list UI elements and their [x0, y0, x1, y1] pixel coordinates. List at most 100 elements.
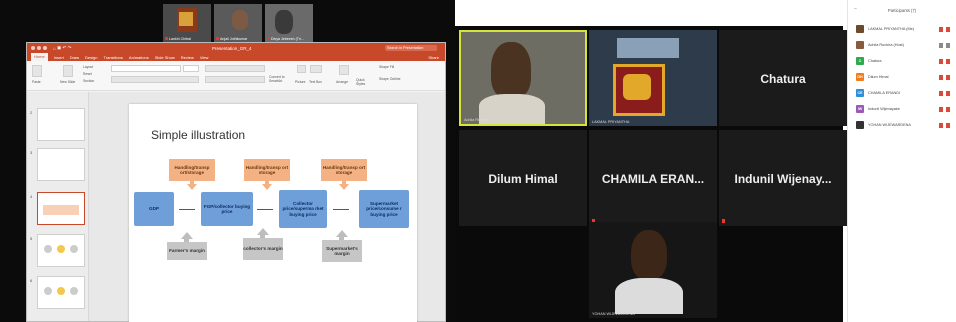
tab-review[interactable]: Review [181, 55, 194, 60]
muted-mic-icon[interactable] [939, 58, 943, 64]
home-icon[interactable]: ⌂ [53, 46, 56, 51]
shape-fill-button[interactable]: Shape Fill [379, 65, 394, 69]
tab-animations[interactable]: Animations [129, 55, 149, 60]
tab-design[interactable]: Design [85, 55, 97, 60]
participant-row[interactable]: CE CHAMILA ERANDI [856, 88, 950, 98]
video-tile-active-speaker[interactable]: Achila Ruchira [459, 30, 587, 126]
save-icon[interactable]: ▣ [57, 45, 61, 51]
tab-transitions[interactable]: Transitions [103, 55, 122, 60]
video-tile[interactable]: Chatura [719, 30, 847, 126]
video-tile[interactable]: YOHAN WIJEWARDENA [589, 222, 717, 318]
participant-row[interactable]: C Chatura [856, 56, 950, 66]
redo-icon[interactable]: ↷ [68, 45, 72, 51]
video-tile[interactable]: Indunil Wijenay... [719, 130, 847, 226]
video-tile[interactable]: Dilum Himal [459, 130, 587, 226]
textbox-button[interactable]: Text Box [309, 80, 322, 84]
convert-smartart-button[interactable]: Convert to SmartArt [269, 75, 293, 83]
down-arrow-icon [187, 184, 197, 190]
tile-caption: LAKMAL PRIYANTHA [592, 120, 630, 124]
tab-insert[interactable]: Insert [54, 55, 64, 60]
slide-number: 5 [30, 236, 33, 241]
avatar [856, 41, 864, 49]
connector-line [179, 209, 195, 210]
tab-home[interactable]: Home [31, 53, 48, 61]
undo-icon[interactable]: ↶ [63, 45, 67, 51]
slide-thumbnail[interactable] [37, 108, 85, 141]
participant-name: LAKMAL PRIYANTHA (Me) [868, 27, 914, 31]
new-slide-icon[interactable] [63, 65, 73, 77]
arrange-icon[interactable] [339, 65, 349, 75]
muted-mic-icon[interactable] [939, 74, 943, 80]
font-format-toolbar[interactable] [111, 76, 199, 83]
participant-row[interactable]: Achila Ruchira (Host) [856, 40, 950, 50]
slide-title: Simple illustration [151, 128, 246, 142]
slide-thumbnail[interactable] [37, 148, 85, 181]
minimize-window-button[interactable] [37, 46, 41, 50]
participant-row[interactable]: DH Dilum Himal [856, 72, 950, 82]
close-window-button[interactable] [31, 46, 35, 50]
slide-thumbnail[interactable] [37, 276, 85, 309]
layout-button[interactable]: Layout [83, 65, 93, 69]
tab-slide-show[interactable]: Slide Show [155, 55, 175, 60]
participant-name: Dilum Himal [868, 75, 889, 79]
slide-thumbnail-pane: 2 3 4 5 6 [27, 92, 89, 321]
paste-button[interactable]: Paste [32, 80, 41, 84]
slide-thumbnail-active[interactable] [37, 192, 85, 225]
muted-mic-icon[interactable] [939, 26, 943, 32]
font-name-select[interactable] [111, 65, 181, 72]
video-tile[interactable]: CHAMILA ERAN... [589, 130, 717, 226]
avatar: IW [856, 105, 864, 113]
quick-styles-button[interactable]: Quick Styles [356, 78, 370, 86]
handling-box-3: Handling/transp ort storage [321, 159, 367, 181]
slide-thumbnail[interactable] [37, 234, 85, 267]
video-off-icon[interactable] [946, 90, 950, 96]
participant-thumbnail[interactable]: Anjali Jothikumar [214, 4, 262, 42]
paragraph-toolbar[interactable] [205, 65, 265, 72]
video-icon[interactable] [946, 42, 950, 48]
video-off-icon[interactable] [946, 106, 950, 112]
participant-thumbnail[interactable]: Lankhi Chitral [163, 4, 211, 42]
slide-canvas[interactable]: Simple illustration Handling/transp ort/… [129, 104, 417, 322]
document-title: Presentation_GR_4 [212, 45, 252, 51]
participants-panel: – Participants (7) LAKMAL PRIYANTHA (Me)… [847, 0, 956, 322]
participant-row[interactable]: LAKMAL PRIYANTHA (Me) [856, 24, 950, 34]
video-off-icon[interactable] [946, 58, 950, 64]
paste-icon[interactable] [32, 65, 42, 77]
new-slide-button[interactable]: New Slide [60, 80, 75, 84]
participant-thumbnail[interactable]: Divya Jebeesh (Tri... [265, 4, 313, 42]
share-button[interactable]: Share [428, 55, 439, 60]
down-arrow-icon [262, 184, 272, 190]
video-gallery: Achila Ruchira LAKMAL PRIYANTHA Chatura … [455, 26, 847, 322]
up-arrow-icon [181, 232, 193, 239]
connector-line [257, 209, 273, 210]
video-tile[interactable]: LAKMAL PRIYANTHA [589, 30, 717, 126]
video-off-icon[interactable] [946, 122, 950, 128]
section-button[interactable]: Section [83, 79, 94, 83]
ppt-search-input[interactable]: Search in Presentation [385, 45, 437, 51]
arrange-button[interactable]: Arrange [336, 80, 348, 84]
muted-mic-icon[interactable] [939, 122, 943, 128]
minimize-panel-icon[interactable]: – [854, 6, 857, 12]
muted-mic-icon[interactable] [939, 90, 943, 96]
picture-button[interactable]: Picture [295, 80, 306, 84]
avatar: CE [856, 89, 864, 97]
font-size-select[interactable] [183, 65, 199, 72]
participant-row[interactable]: IW Indunil Wijenayake [856, 104, 950, 114]
picture-icon[interactable] [297, 65, 306, 73]
alignment-toolbar[interactable] [205, 76, 265, 83]
video-off-icon[interactable] [946, 26, 950, 32]
tab-view[interactable]: View [200, 55, 209, 60]
reset-button[interactable]: Reset [83, 72, 92, 76]
muted-mic-icon[interactable] [939, 106, 943, 112]
video-off-icon[interactable] [946, 74, 950, 80]
maximize-window-button[interactable] [43, 46, 47, 50]
muted-mic-icon [722, 219, 725, 223]
shapes-icon[interactable] [310, 65, 322, 73]
mic-icon[interactable] [939, 42, 943, 48]
ppt-titlebar: ⌂ ▣ ↶ ↷ Presentation_GR_4 Search in Pres… [27, 43, 445, 53]
slide-number: 2 [30, 110, 33, 115]
tab-draw[interactable]: Draw [70, 55, 79, 60]
shape-outline-button[interactable]: Shape Outline [379, 77, 401, 81]
participant-row[interactable]: YOHAN WIJEWARDENA [856, 120, 950, 130]
thumbnail-caption: Anjali Jothikumar [220, 37, 248, 41]
